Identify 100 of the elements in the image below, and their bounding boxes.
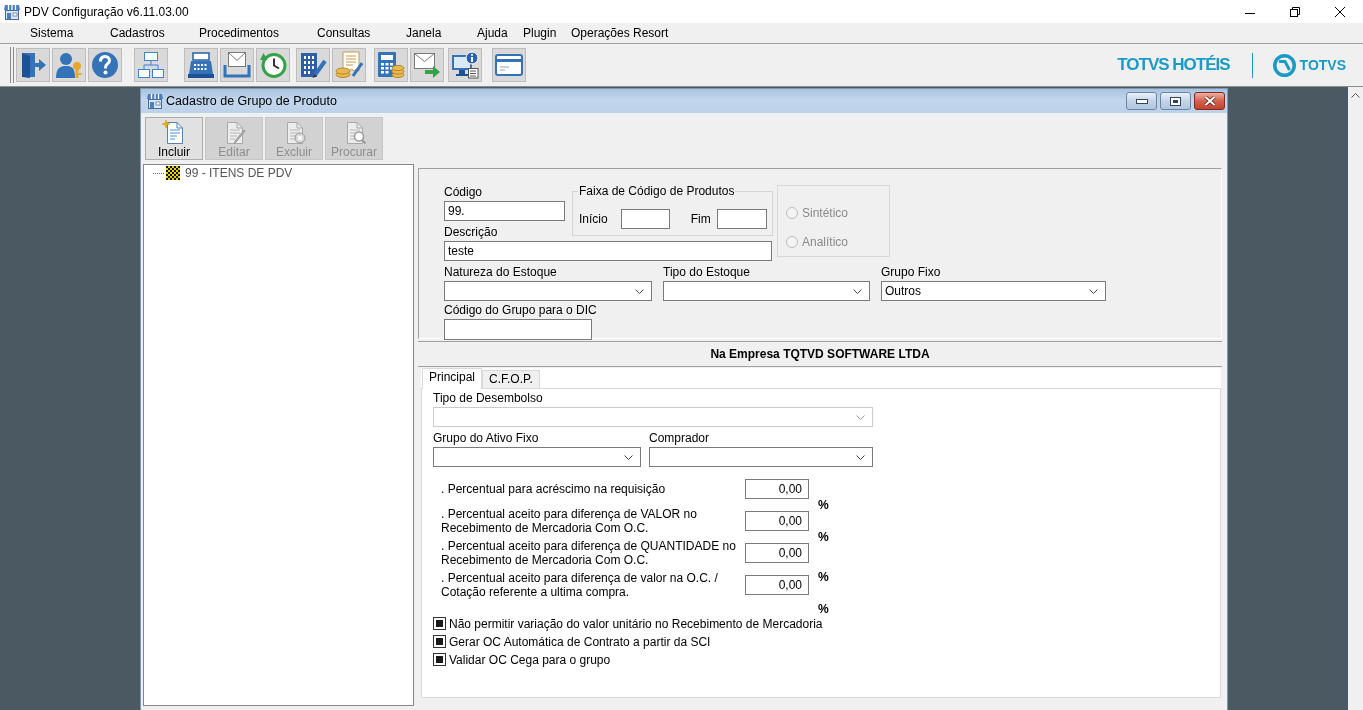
text-field[interactable]	[716, 209, 767, 229]
menu-item[interactable]: Sistema	[30, 26, 74, 40]
dropdown[interactable]	[433, 447, 641, 467]
toolbar-button[interactable]	[296, 48, 330, 82]
close-button[interactable]	[1194, 92, 1225, 110]
maximize-button[interactable]	[1160, 92, 1191, 110]
text-field[interactable]	[444, 319, 592, 340]
field-label: . Percentual aceito para diferença de VALOR no Recebimento de Mercadoria Com O.C.	[441, 507, 698, 535]
checkbox-label: Gerar OC Automática de Contrato a partir da SCI	[449, 634, 711, 649]
toolbar-button[interactable]: Incluir	[145, 117, 203, 160]
close-icon	[1335, 6, 1345, 17]
close-button[interactable]	[1335, 6, 1345, 17]
field-label: . Percentual aceito para diferença de valor na O.C. / Cotação referente a ultima compra.	[441, 571, 719, 599]
toolbar-button[interactable]	[184, 48, 218, 82]
toolbar-button[interactable]	[410, 48, 444, 82]
chevron-down-icon	[856, 454, 865, 460]
group-box-title: Faixa de Código de Produtos	[578, 184, 736, 198]
section-header: Na Empresa TQTVD SOFTWARE LTDA	[710, 347, 930, 361]
close-icon	[1203, 96, 1216, 106]
toolbar-button[interactable]	[52, 48, 86, 82]
chevron-down-icon	[635, 288, 644, 294]
field-label: Fim	[690, 212, 711, 226]
dropdown[interactable]	[663, 281, 870, 301]
window-title: PDV Configuração v6.11.03.00	[24, 4, 189, 19]
vertical-scrollbar[interactable]	[1348, 87, 1363, 710]
toolbar-button[interactable]	[448, 48, 482, 82]
toolbar-button[interactable]	[134, 48, 168, 82]
minimize-icon	[1245, 12, 1255, 14]
number-field[interactable]: 0,00	[745, 511, 809, 531]
field-label: Descrição	[444, 225, 498, 239]
checkbox[interactable]	[433, 617, 446, 630]
field-label: Código	[444, 185, 484, 199]
envelope-tray-icon	[223, 51, 251, 79]
shop-icon	[147, 93, 163, 109]
menu-item[interactable]: Operações Resort	[571, 26, 669, 40]
chevron-down-icon	[853, 288, 862, 294]
unit-label: %	[818, 570, 829, 584]
flowchart-icon	[137, 51, 165, 79]
logo-text: TOTVS	[1299, 57, 1346, 73]
field-label: Código do Grupo para o DIC	[444, 303, 598, 319]
text-field[interactable]: 99.	[444, 201, 565, 221]
field-label: Comprador	[649, 431, 711, 447]
minimize-icon	[1135, 98, 1148, 104]
exit-door-icon	[19, 51, 47, 79]
menu-item[interactable]: Procedimentos	[199, 26, 280, 40]
building-pen-icon	[299, 51, 327, 79]
text-field[interactable]: teste	[444, 241, 772, 261]
number-field[interactable]: 0,00	[745, 479, 809, 499]
text-field[interactable]	[620, 209, 670, 229]
checkbox[interactable]	[433, 653, 446, 666]
number-field[interactable]: 0,00	[745, 575, 809, 595]
minimize-button[interactable]	[1126, 92, 1157, 110]
toolbar-button[interactable]	[256, 48, 290, 82]
window-title: Cadastro de Grupo de Produto	[166, 94, 337, 108]
checkbox-label: Não permitir variação do valor unitário no Recebimento de Mercadoria	[449, 616, 823, 631]
checkbox-label: Validar OC Cega para o grupo	[449, 652, 611, 667]
number-field[interactable]: 0,00	[745, 543, 809, 563]
checkered-square-icon	[166, 166, 180, 180]
toolbar-grip[interactable]	[10, 47, 14, 83]
chevron-down-icon	[856, 414, 865, 420]
tree-connector-line	[153, 172, 165, 174]
unit-label: %	[818, 602, 829, 616]
field-label: Grupo do Ativo Fixo	[433, 431, 540, 447]
tree-item[interactable]: 99 - ITENS DE PDV	[185, 166, 293, 180]
toolbar-button[interactable]	[88, 48, 122, 82]
field-label: Natureza do Estoque	[444, 265, 558, 281]
receipt-coins-icon	[335, 51, 363, 79]
field-label: Início	[579, 212, 608, 226]
radio-label: Sintético	[802, 206, 849, 220]
restore-icon	[1290, 6, 1300, 17]
maximize-icon	[1170, 96, 1181, 106]
menu-item[interactable]: Consultas	[317, 26, 371, 40]
toolbar-button[interactable]	[220, 48, 254, 82]
cash-register-icon	[187, 51, 215, 79]
dropdown[interactable]	[444, 281, 652, 301]
card-icon	[495, 54, 523, 76]
checkbox[interactable]	[433, 635, 446, 648]
chevron-down-icon	[1089, 288, 1098, 294]
dropdown[interactable]	[649, 447, 873, 467]
field-label: Grupo Fixo	[881, 265, 942, 281]
menu-item[interactable]: Cadastros	[110, 26, 165, 40]
menu-item[interactable]: Janela	[406, 26, 442, 40]
field-label: Tipo de Desembolso	[433, 391, 544, 407]
calculator-coins-icon	[377, 51, 405, 79]
toolbar-button[interactable]	[332, 48, 366, 82]
field-label: . Percentual aceito para diferença de QUANTIDADE no Recebimento de Mercadoria Com O.C.	[441, 539, 737, 567]
menu-item[interactable]: Plugin	[523, 26, 557, 40]
field-label: Tipo do Estoque	[663, 265, 751, 281]
envelope-arrow-icon	[413, 51, 441, 79]
tab[interactable]: Principal	[422, 368, 483, 389]
restore-button[interactable]	[1290, 6, 1300, 17]
dropdown[interactable]: Outros	[881, 281, 1106, 301]
help-icon	[91, 51, 119, 79]
toolbar-button[interactable]	[492, 48, 526, 82]
menu-item[interactable]: Ajuda	[477, 26, 508, 40]
circle-logo-icon	[1272, 53, 1296, 77]
toolbar-button[interactable]	[374, 48, 408, 82]
toolbar-button[interactable]	[16, 48, 50, 82]
unit-label: %	[818, 498, 829, 512]
tab[interactable]: C.F.O.P.	[482, 370, 540, 388]
